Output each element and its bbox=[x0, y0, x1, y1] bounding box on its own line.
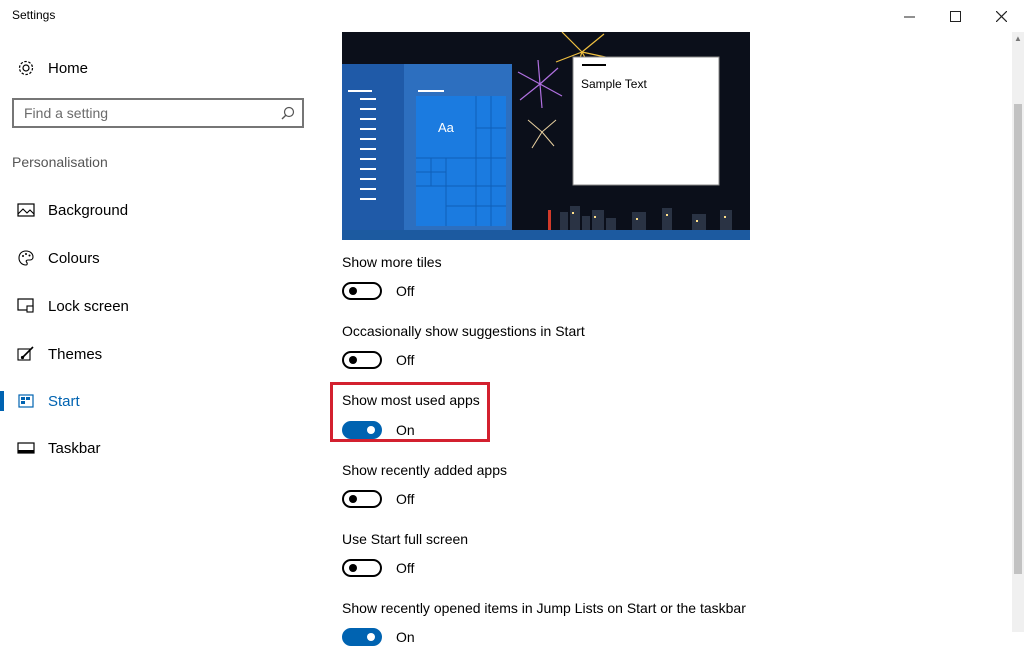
start-preview-image: Aa Sample Text bbox=[342, 32, 750, 240]
sidebar-item-label: Background bbox=[48, 201, 129, 219]
sidebar-item-label: Lock screen bbox=[48, 297, 129, 315]
image-icon bbox=[16, 203, 36, 217]
toggle-switch[interactable] bbox=[342, 559, 382, 577]
sidebar-item-background[interactable]: Background bbox=[0, 190, 320, 230]
search-input[interactable]: Find a setting bbox=[12, 98, 304, 128]
toggle-switch[interactable] bbox=[342, 421, 382, 439]
sidebar-item-label: Colours bbox=[48, 249, 100, 267]
palette-icon bbox=[16, 249, 36, 267]
toggle-state: Off bbox=[396, 352, 415, 368]
sidebar-item-start[interactable]: Start bbox=[0, 381, 320, 421]
toggle-switch[interactable] bbox=[342, 628, 382, 646]
scroll-thumb[interactable] bbox=[1014, 104, 1022, 574]
setting-label-recently-added-apps: Show recently added apps bbox=[342, 462, 507, 478]
window-title: Settings bbox=[12, 8, 56, 22]
sidebar-item-themes[interactable]: Themes bbox=[0, 334, 320, 374]
toggle-suggestions[interactable]: Off bbox=[342, 351, 414, 369]
toggle-state: Off bbox=[396, 560, 415, 576]
sidebar-item-colours[interactable]: Colours bbox=[0, 238, 320, 278]
setting-label-jump-lists: Show recently opened items in Jump Lists… bbox=[342, 600, 746, 616]
start-preview-graphic bbox=[342, 32, 750, 240]
setting-label-full-screen: Use Start full screen bbox=[342, 531, 469, 547]
toggle-state: Off bbox=[396, 491, 415, 507]
toggle-state: Off bbox=[396, 283, 415, 299]
toggle-switch[interactable] bbox=[342, 282, 382, 300]
close-icon bbox=[995, 10, 1007, 22]
toggle-most-used-apps[interactable]: On bbox=[342, 421, 415, 439]
toggle-state: On bbox=[396, 629, 415, 645]
setting-label-suggestions: Occasionally show suggestions in Start bbox=[342, 323, 585, 339]
preview-tile-text: Aa bbox=[438, 120, 454, 135]
scrollbar[interactable]: ▲ bbox=[1012, 32, 1024, 632]
toggle-state: On bbox=[396, 422, 415, 438]
gear-icon bbox=[16, 59, 36, 77]
title-bar: Settings bbox=[0, 0, 1024, 32]
sidebar: Home Find a setting Personalisation Back… bbox=[0, 32, 320, 632]
toggle-jump-lists[interactable]: On bbox=[342, 628, 415, 646]
sidebar-item-label: Taskbar bbox=[48, 439, 101, 457]
toggle-recently-added-apps[interactable]: Off bbox=[342, 490, 414, 508]
setting-label-most-used-apps: Show most used apps bbox=[342, 392, 480, 408]
sidebar-item-home[interactable]: Home bbox=[0, 48, 320, 88]
maximize-button[interactable] bbox=[932, 0, 978, 32]
minimize-button[interactable] bbox=[886, 0, 932, 32]
scroll-up-icon[interactable]: ▲ bbox=[1012, 34, 1024, 44]
sidebar-item-label: Home bbox=[48, 59, 89, 77]
toggle-full-screen[interactable]: Off bbox=[342, 559, 414, 577]
toggle-switch[interactable] bbox=[342, 351, 382, 369]
section-heading: Personalisation bbox=[12, 154, 108, 170]
search-placeholder: Find a setting bbox=[24, 105, 109, 121]
sidebar-item-label: Start bbox=[48, 392, 80, 410]
close-button[interactable] bbox=[978, 0, 1024, 32]
start-icon bbox=[16, 394, 36, 408]
sidebar-item-lock-screen[interactable]: Lock screen bbox=[0, 286, 320, 326]
sidebar-item-taskbar[interactable]: Taskbar bbox=[0, 428, 320, 468]
toggle-switch[interactable] bbox=[342, 490, 382, 508]
preview-sample-text: Sample Text bbox=[581, 77, 647, 91]
maximize-icon bbox=[949, 10, 961, 22]
sidebar-item-label: Themes bbox=[48, 345, 103, 363]
toggle-show-more-tiles[interactable]: Off bbox=[342, 282, 414, 300]
taskbar-icon bbox=[16, 442, 36, 454]
brush-icon bbox=[16, 346, 36, 362]
setting-label-show-more-tiles: Show more tiles bbox=[342, 254, 442, 270]
minimize-icon bbox=[903, 16, 915, 17]
content-pane: Aa Sample Text Show more tiles Off Occas… bbox=[320, 32, 1002, 646]
lock-screen-icon bbox=[16, 298, 36, 314]
search-icon[interactable] bbox=[274, 106, 302, 120]
